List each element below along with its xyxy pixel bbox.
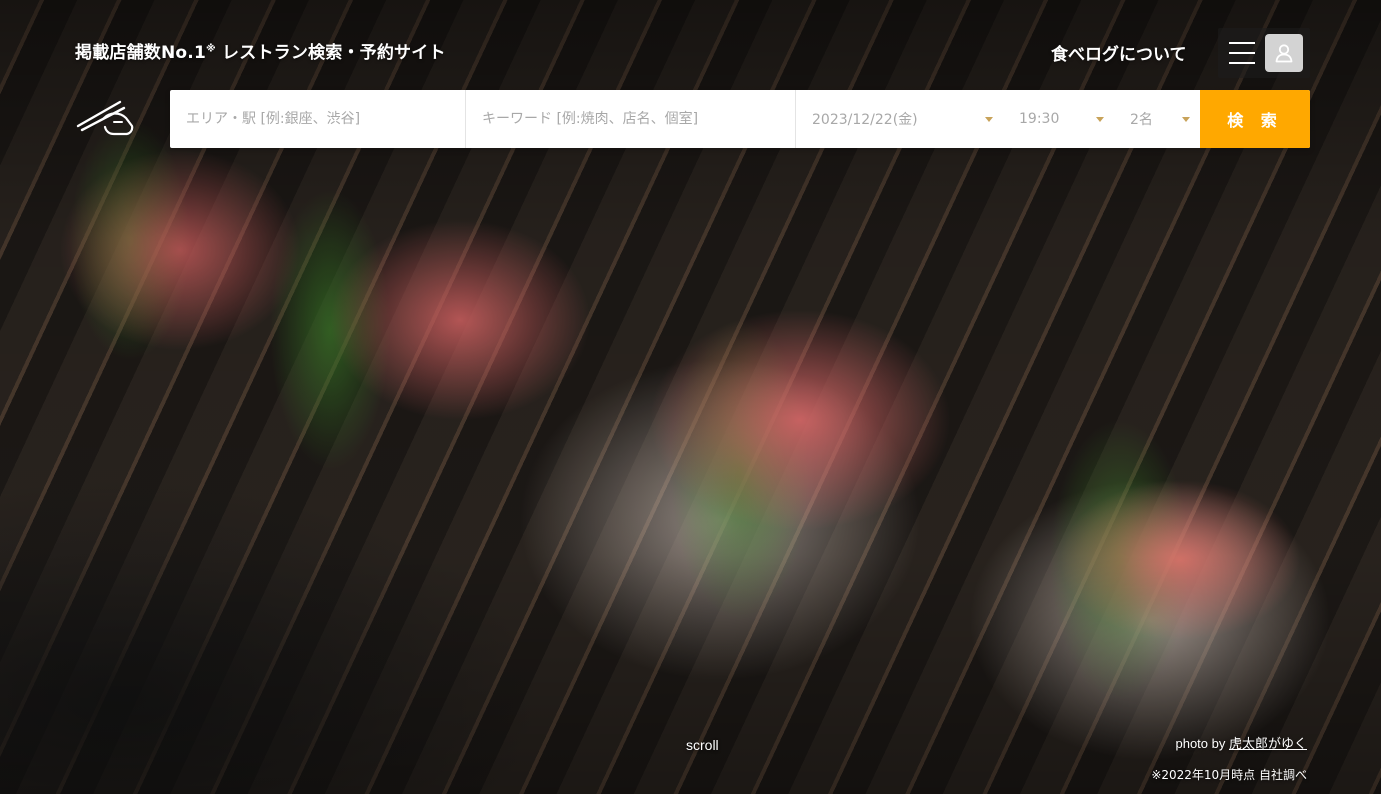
party-size-select[interactable]: 2名 <box>1114 90 1200 148</box>
chevron-down-icon <box>1182 117 1190 122</box>
chevron-down-icon <box>985 117 993 122</box>
tagline-rest: レストラン検索・予約サイト <box>215 43 446 63</box>
user-icon <box>1275 44 1293 63</box>
tagline-footnote-mark: ※ <box>206 43 216 55</box>
time-select[interactable]: 19:30 <box>1003 90 1114 148</box>
footnote: ※2022年10月時点 自社調べ <box>1151 768 1307 782</box>
keyword-input[interactable] <box>482 90 795 148</box>
date-select[interactable]: 2023/12/22(金) <box>796 90 1003 148</box>
scroll-indicator[interactable]: scroll <box>686 737 719 753</box>
user-account-button[interactable] <box>1265 34 1303 72</box>
search-button[interactable]: 検 索 <box>1200 90 1310 148</box>
area-station-input[interactable] <box>186 90 465 148</box>
restaurant-search-form: 2023/12/22(金) 19:30 2名 検 索 <box>170 90 1310 148</box>
photo-credit-prefix: photo by <box>1175 736 1229 751</box>
site-tagline: 掲載店舗数No.1※ レストラン検索・予約サイト <box>75 38 446 63</box>
about-tabelog-link[interactable]: 食べログについて <box>1051 40 1187 65</box>
chopsticks-hand-icon <box>76 100 134 136</box>
top-header: 掲載店舗数No.1※ レストラン検索・予約サイト 食べログについて <box>0 0 1381 90</box>
photo-credit: photo by 虎太郎がゆく <box>1175 733 1307 752</box>
tagline-main: 掲載店舗数No.1 <box>75 43 206 63</box>
keyword-field-container <box>466 90 796 148</box>
party-size-value: 2名 <box>1130 112 1153 128</box>
chevron-down-icon <box>1096 117 1104 122</box>
date-value: 2023/12/22(金) <box>812 112 918 128</box>
hamburger-menu-icon[interactable] <box>1229 42 1255 64</box>
time-value: 19:30 <box>1019 111 1060 127</box>
photo-author-link[interactable]: 虎太郎がゆく <box>1229 736 1307 751</box>
area-field-container <box>170 90 466 148</box>
